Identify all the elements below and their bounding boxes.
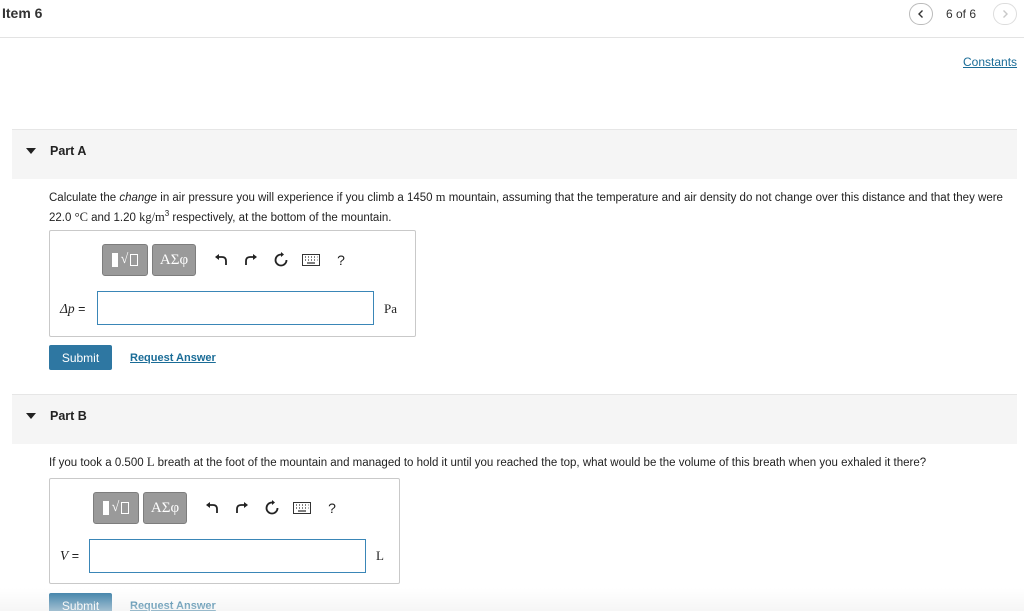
part-a-variable-label: Δp = [60, 301, 86, 316]
help-button[interactable]: ? [317, 493, 347, 523]
item-counter: 6 of 6 [946, 7, 977, 21]
part-a-answer-box: √ ΑΣφ ? Δp = Pa [49, 230, 416, 337]
part-a-header[interactable]: Part A [12, 129, 1017, 179]
collapse-caret-icon[interactable] [26, 148, 36, 154]
part-b-header[interactable]: Part B [12, 394, 1017, 444]
part-b-variable-label: V = [60, 548, 80, 563]
next-item-button[interactable] [993, 3, 1017, 25]
undo-icon [215, 254, 227, 265]
part-a-answer-input[interactable] [97, 291, 374, 325]
template-box-icon [121, 502, 130, 514]
part-b-answer-box: √ ΑΣφ ? V = L [49, 478, 400, 584]
template-box-icon [130, 254, 139, 266]
undo-button[interactable] [197, 493, 227, 523]
part-b-math-toolbar: √ ΑΣφ ? [93, 491, 347, 525]
part-b-unit: L [376, 548, 384, 563]
part-a-submit-button[interactable]: Submit [49, 345, 112, 370]
part-a-title: Part A [50, 144, 87, 158]
part-a-unit: Pa [384, 301, 397, 316]
part-b-request-answer-link[interactable]: Request Answer [130, 600, 216, 611]
radical-icon: √ [120, 252, 129, 267]
keyboard-icon [302, 254, 320, 266]
previous-item-button[interactable] [909, 3, 933, 25]
redo-button[interactable] [227, 493, 257, 523]
keyboard-button[interactable] [296, 245, 326, 275]
item-title: Item 6 [2, 5, 43, 21]
chevron-right-icon [1003, 10, 1008, 18]
keyboard-icon [293, 502, 311, 514]
template-square-icon [102, 501, 109, 515]
collapse-caret-icon[interactable] [26, 413, 36, 419]
keyboard-button[interactable] [287, 493, 317, 523]
reset-icon [274, 252, 288, 267]
redo-icon [236, 502, 248, 513]
redo-icon [245, 254, 257, 265]
part-b-question: If you took a 0.500 L breath at the foot… [49, 455, 927, 469]
chevron-left-icon [918, 10, 923, 18]
reset-icon [265, 500, 279, 515]
part-a-request-answer-link[interactable]: Request Answer [130, 352, 216, 364]
top-bar: Item 6 6 of 6 [0, 0, 1024, 38]
part-a-math-toolbar: √ ΑΣφ ? [102, 243, 356, 277]
constants-link[interactable]: Constants [963, 55, 1017, 69]
help-button[interactable]: ? [326, 245, 356, 275]
part-b-answer-input[interactable] [89, 539, 366, 573]
greek-symbols-button[interactable]: ΑΣφ [152, 244, 196, 276]
templates-button[interactable]: √ [102, 244, 148, 276]
undo-button[interactable] [206, 245, 236, 275]
undo-icon [206, 502, 218, 513]
part-b-submit-button[interactable]: Submit [49, 593, 112, 611]
part-b-title: Part B [50, 409, 87, 423]
reset-button[interactable] [257, 493, 287, 523]
greek-symbols-button[interactable]: ΑΣφ [143, 492, 187, 524]
radical-icon: √ [111, 500, 120, 515]
part-a-question: Calculate the change in air pressure you… [49, 190, 1003, 224]
templates-button[interactable]: √ [93, 492, 139, 524]
redo-button[interactable] [236, 245, 266, 275]
template-square-icon [111, 253, 118, 267]
reset-button[interactable] [266, 245, 296, 275]
